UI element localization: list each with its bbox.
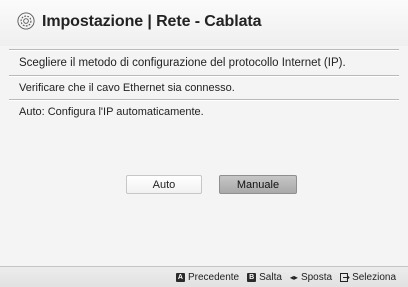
footer-select-label: Seleziona (352, 272, 396, 283)
cable-check-text: Verificare che il cavo Ethernet sia conn… (19, 82, 235, 94)
divider (9, 49, 399, 51)
footer-bar: A Precedente B Salta ◂▸ Sposta Seleziona (0, 266, 408, 287)
a-key-icon: A (175, 273, 185, 282)
footer-back-label: Precedente (187, 272, 240, 283)
left-right-arrow-icon: ◂▸ (289, 273, 298, 282)
settings-gear-icon (17, 12, 35, 30)
manual-button[interactable]: Manuale (219, 175, 297, 194)
network-setup-screen: Impostazione | Rete - Cablata Scegliere … (0, 0, 408, 287)
footer-select[interactable]: Seleziona (340, 272, 396, 283)
divider (9, 75, 399, 77)
page-title: Impostazione | Rete - Cablata (42, 13, 262, 30)
footer-back[interactable]: A Precedente (175, 272, 240, 283)
title-bar: Impostazione | Rete - Cablata (0, 0, 408, 46)
footer-move: ◂▸ Sposta (290, 272, 332, 283)
b-key-icon: B (247, 273, 257, 282)
divider (9, 99, 399, 101)
enter-icon (340, 273, 350, 282)
option-description: Auto: Configura l'IP automaticamente. (19, 106, 204, 118)
footer-skip[interactable]: B Salta (247, 272, 282, 283)
instruction-text: Scegliere il metodo di configurazione de… (19, 57, 346, 69)
auto-button[interactable]: Auto (126, 175, 202, 194)
footer-move-label: Sposta (300, 272, 333, 283)
footer-hints: A Precedente B Salta ◂▸ Sposta Seleziona (175, 272, 396, 283)
footer-skip-label: Salta (259, 272, 282, 283)
